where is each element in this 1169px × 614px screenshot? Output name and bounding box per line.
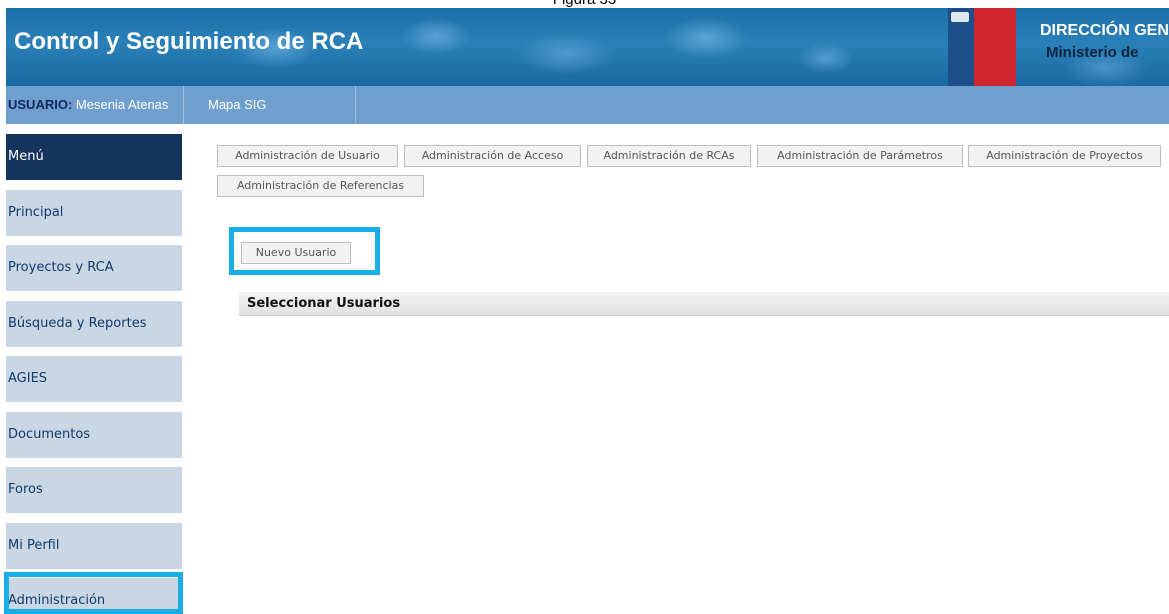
user-name: Mesenia Atenas [75, 97, 169, 112]
header-banner: Control y Seguimiento de RCA DIRECCIÓN G… [6, 8, 1169, 86]
select-users-section: Seleccionar Usuarios [239, 292, 1169, 316]
sidebar-item-principal[interactable]: Principal [6, 190, 182, 236]
tab-administracion-rcas[interactable]: Administración de RCAs [587, 145, 751, 167]
tab-administracion-referencias[interactable]: Administración de Referencias [217, 175, 424, 197]
tab-administracion-parametros[interactable]: Administración de Parámetros [757, 145, 963, 167]
department-name: DIRECCIÓN GEN [1040, 22, 1169, 39]
section-title: Seleccionar Usuarios [247, 296, 401, 311]
sidebar-item-foros[interactable]: Foros [6, 467, 182, 513]
top-nav-bar: USUARIO: Mesenia Atenas Mapa SIG [6, 86, 1169, 124]
sidebar-menu-header: Menú [6, 134, 182, 180]
mapa-sig-link[interactable]: Mapa SIG [184, 86, 356, 124]
current-user: USUARIO: Mesenia Atenas [6, 86, 184, 124]
user-label: USUARIO: [8, 97, 73, 112]
new-user-button[interactable]: Nuevo Usuario [241, 242, 351, 264]
sidebar-item-administracion[interactable]: Administración [6, 578, 182, 614]
sidebar-item-documentos[interactable]: Documentos [6, 412, 182, 458]
sidebar-item-proyectos-rca[interactable]: Proyectos y RCA [6, 245, 182, 291]
tab-administracion-acceso[interactable]: Administración de Acceso [404, 145, 581, 167]
tab-administracion-proyectos[interactable]: Administración de Proyectos [968, 145, 1161, 167]
figure-caption: Figura 33 [0, 0, 1169, 8]
ministry-name: Ministerio de [1046, 44, 1139, 61]
government-logo [948, 8, 1016, 86]
tab-administracion-usuario[interactable]: Administración de Usuario [217, 145, 398, 167]
sidebar-item-busqueda-reportes[interactable]: Búsqueda y Reportes [6, 301, 182, 347]
app-title: Control y Seguimiento de RCA [14, 28, 364, 55]
sidebar-item-mi-perfil[interactable]: Mi Perfil [6, 523, 182, 569]
sidebar-item-agies[interactable]: AGIES [6, 356, 182, 402]
